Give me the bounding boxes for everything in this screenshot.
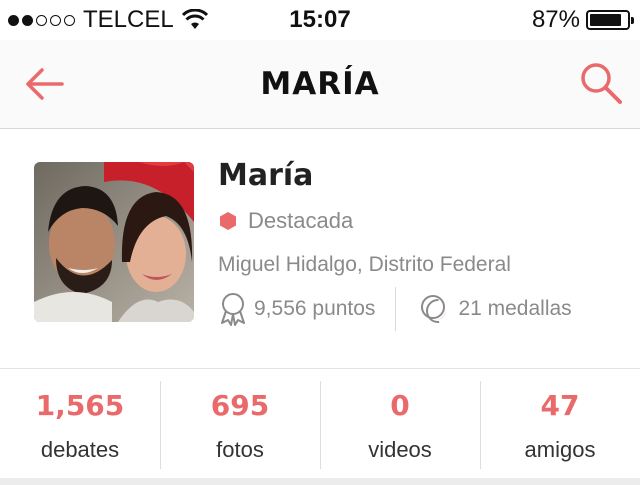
photos-count: 695 — [210, 389, 270, 422]
section-separator — [0, 478, 640, 485]
videos-counter[interactable]: 0 videos — [320, 369, 480, 481]
friends-label: amigos — [524, 437, 596, 462]
points-stat[interactable]: 9,556 puntos — [218, 292, 375, 326]
award-ribbon-icon — [221, 293, 245, 326]
avatar[interactable] — [34, 162, 194, 322]
friends-count: 47 — [540, 389, 580, 422]
status-bar: TELCEL 15:07 87% — [0, 0, 640, 40]
battery-icon — [586, 10, 634, 30]
videos-count: 0 — [390, 389, 410, 422]
battery-percent: 87% — [531, 6, 580, 33]
medals-stat[interactable]: 21 medallas — [420, 294, 572, 324]
featured-badge: Destacada — [220, 208, 353, 234]
friends-counter[interactable]: 47 amigos — [480, 369, 640, 481]
medals-label: 21 medallas — [458, 297, 572, 320]
badge-label: Destacada — [248, 208, 354, 233]
battery-group: 87% — [531, 6, 634, 34]
search-icon[interactable] — [578, 60, 624, 106]
profile-photo — [34, 162, 194, 322]
navigation-bar: MARÍA — [0, 40, 640, 129]
profile-counters: 1,565 debates 695 fotos 0 videos 47 amig… — [0, 368, 640, 481]
profile-location: Miguel Hidalgo, Distrito Federal — [218, 253, 511, 276]
photos-label: fotos — [216, 437, 264, 462]
page-title: MARÍA — [260, 66, 380, 102]
debates-label: debates — [40, 437, 120, 462]
achievements-row: 9,556 puntos 21 medallas — [218, 287, 572, 331]
videos-label: videos — [368, 437, 432, 462]
debates-counter[interactable]: 1,565 debates — [0, 369, 160, 481]
divider — [395, 287, 397, 331]
photos-counter[interactable]: 695 fotos — [160, 369, 320, 481]
debates-count: 1,565 — [35, 389, 125, 422]
profile-name: María — [218, 158, 314, 193]
hexagon-badge-icon — [220, 212, 236, 230]
points-label: 9,556 puntos — [254, 297, 376, 320]
medals-icon — [421, 295, 451, 323]
